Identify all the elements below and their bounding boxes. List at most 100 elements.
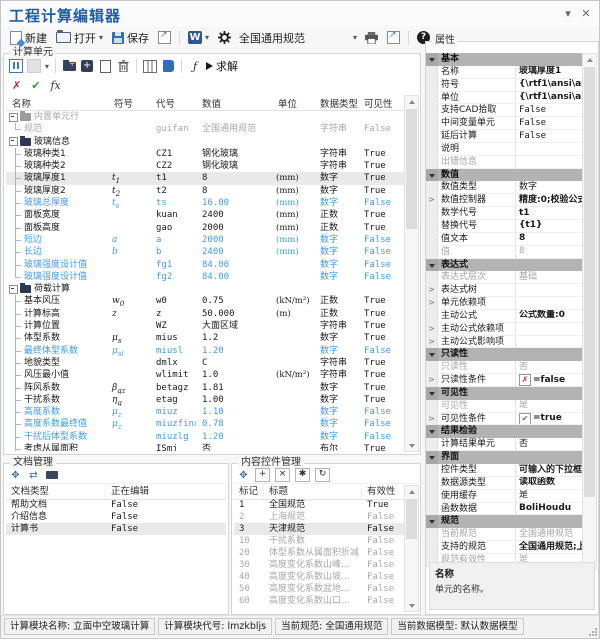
tree-row[interactable]: 玻璃种类1CZ1钢化玻璃字符串True xyxy=(6,148,406,160)
tree-row[interactable]: 干扰系数ηgetag1.00数字True xyxy=(6,394,406,406)
tree-row[interactable]: 玻璃强度设计值fg184.00数字False xyxy=(6,259,406,271)
property-group-header[interactable]: 结果检验 xyxy=(426,425,586,438)
content-row[interactable]: 3天津规范False xyxy=(234,523,418,535)
property-row[interactable]: 函数数据BoliHoudu xyxy=(426,503,586,516)
print-button[interactable] xyxy=(362,31,381,45)
tree-row[interactable]: 玻璃信息 xyxy=(6,136,406,148)
open-button[interactable]: 打开▾ xyxy=(53,29,106,47)
property-row[interactable]: 使用缓存是 xyxy=(426,490,586,503)
refresh-button[interactable]: ↻ xyxy=(315,468,330,482)
validate-button[interactable]: ✔ xyxy=(31,79,40,92)
property-row[interactable]: >数值控制器精度:0;校验公式:= xyxy=(426,194,586,207)
scroll-down-icon[interactable] xyxy=(405,600,418,611)
tree-row[interactable]: 最终体型系数μslmiusl1.20数字False xyxy=(6,345,406,357)
property-group-header[interactable]: 表达式 xyxy=(426,259,586,272)
tree-row[interactable]: 高度系数μzmiuz1.10数字False xyxy=(6,406,406,418)
property-row[interactable]: >表达式树 xyxy=(426,284,586,297)
spec-combobox[interactable]: 全国通用规范 ▾ xyxy=(237,29,359,47)
property-row[interactable]: 数学代号t1 xyxy=(426,207,586,220)
property-row[interactable]: 数据源类型读取函数 xyxy=(426,477,586,490)
tree-row[interactable]: 风压最小值wlimit1.0(kN/m²)字符串True xyxy=(6,369,406,381)
property-group-header[interactable]: 数值 xyxy=(426,169,586,182)
property-row[interactable]: 计算结果单元否 xyxy=(426,438,586,451)
property-row[interactable]: >主动公式依赖项 xyxy=(426,323,586,336)
tree-row[interactable]: 玻璃种类2CZ2钢化玻璃字符串True xyxy=(6,160,406,172)
resize-grip[interactable] xyxy=(589,628,597,636)
scroll-up-icon[interactable] xyxy=(405,486,418,497)
tree-row[interactable]: 计算标高zz50.000(m)正数True xyxy=(6,308,406,320)
property-row[interactable]: 数值类型数字 xyxy=(426,181,586,194)
minimize-button[interactable]: ▾ xyxy=(561,7,575,21)
close-button[interactable]: ✕ xyxy=(579,7,593,21)
property-row[interactable]: 值文本8 xyxy=(426,233,586,246)
tree-row[interactable]: 高度系数最终值μzmiuzfinal0.78数字False xyxy=(6,418,406,430)
remove-control-button[interactable]: × xyxy=(275,468,290,482)
add-control-button[interactable]: + xyxy=(255,468,270,482)
scroll-up-icon[interactable] xyxy=(405,96,418,107)
tree-row[interactable]: 干扰后体型系数miuzlg1.20数字False xyxy=(6,431,406,443)
panel-view-button[interactable] xyxy=(161,59,175,73)
tree-expand-toggle[interactable] xyxy=(9,137,18,146)
property-row[interactable]: >可见性条件✔=true xyxy=(426,413,586,426)
property-row[interactable]: 单位{\rtf1\ansi\ansi xyxy=(426,92,586,105)
property-row[interactable]: 主动公式公式数量:0 xyxy=(426,310,586,323)
doc-row[interactable]: 计算书False xyxy=(6,523,226,535)
property-row[interactable]: >单元依赖项 xyxy=(426,297,586,310)
card-button[interactable] xyxy=(45,469,58,481)
fx-button[interactable]: fx xyxy=(50,79,60,92)
property-group-header[interactable]: 基本 xyxy=(426,53,586,66)
scrollbar-thumb[interactable] xyxy=(406,109,417,229)
tree-row[interactable]: 荷载计算 xyxy=(6,283,406,295)
tree-expand-toggle[interactable] xyxy=(9,285,18,294)
invalidate-button[interactable]: ✗ xyxy=(12,79,21,92)
content-row[interactable]: 50高度变化系数盆地...False xyxy=(234,583,418,595)
content-row[interactable]: 60高度变化系数山口...False xyxy=(234,595,418,607)
tree-row[interactable]: 地貌类型dmlxC字符串True xyxy=(6,357,406,369)
pause-toggle-button[interactable] xyxy=(9,59,23,73)
tree-expand-toggle[interactable] xyxy=(9,113,18,122)
formula-button[interactable]: ƒ xyxy=(188,59,202,73)
property-row[interactable]: 延后计算False xyxy=(426,130,586,143)
settings-button[interactable] xyxy=(215,30,234,45)
export-button[interactable] xyxy=(155,30,174,45)
content-row[interactable]: 40高度变化系数山坡...False xyxy=(234,571,418,583)
property-row[interactable]: >主动公式影响项 xyxy=(426,336,586,349)
tree-row[interactable]: 计算位置WZ大面区域字符串True xyxy=(6,320,406,332)
tree-row[interactable]: 阵风系数βgzbetagz1.81数字True xyxy=(6,382,406,394)
delete-button[interactable] xyxy=(116,59,130,73)
property-row[interactable]: 可见性是 xyxy=(426,400,586,413)
property-row[interactable]: 中间变量单元False xyxy=(426,117,586,130)
content-table-scrollbar[interactable] xyxy=(404,485,419,612)
scrollbar-thumb[interactable] xyxy=(584,67,595,497)
property-row[interactable]: 值8 xyxy=(426,246,586,259)
doc-row[interactable]: 帮助文档False xyxy=(6,499,226,511)
property-row[interactable]: 符号{\rtf1\ansi\ansi xyxy=(426,79,586,92)
scroll-up-icon[interactable] xyxy=(583,54,596,65)
tree-row[interactable]: 基本风压w0w00.75(kN/m²)正数True xyxy=(6,295,406,307)
tree-row[interactable]: 体型系数μsmius1.2数字True xyxy=(6,332,406,344)
tree-row[interactable]: 玻璃强度设计值fg284.00数字False xyxy=(6,271,406,283)
columns-button[interactable] xyxy=(143,59,157,73)
scrollbar-thumb[interactable] xyxy=(406,499,417,539)
tree-row[interactable]: 短边aa2000(mm)数字False xyxy=(6,234,406,246)
property-row[interactable]: 表达式层次基础 xyxy=(426,271,586,284)
property-group-header[interactable]: 界面 xyxy=(426,451,586,464)
tree-row[interactable]: 玻璃厚度1t1t18(mm)数字True xyxy=(6,172,406,184)
unit-table-scrollbar[interactable] xyxy=(404,95,419,452)
word-button[interactable]: W▾ xyxy=(185,30,212,45)
add-unit-button[interactable]: + xyxy=(80,59,94,73)
swap-button[interactable]: ⇄ xyxy=(27,469,40,481)
property-row[interactable]: 说明 xyxy=(426,143,586,156)
tree-row[interactable]: 考虑从属面积ISmj否布尔True xyxy=(6,443,406,451)
property-group-header[interactable]: 可见性 xyxy=(426,387,586,400)
save-button[interactable]: 保存 xyxy=(109,29,152,47)
content-row[interactable]: 1全国规范True xyxy=(234,499,418,511)
tree-row[interactable]: 长边bb2400(mm)数字False xyxy=(6,246,406,258)
property-group-header[interactable]: 规范 xyxy=(426,515,586,528)
tree-row[interactable]: 规范guifan全国通用规范字符串False xyxy=(6,123,406,135)
property-row[interactable]: 当前规范全国通用规范 xyxy=(426,528,586,541)
export-doc-button[interactable] xyxy=(384,30,403,45)
property-row[interactable]: 支持CAD拾取False xyxy=(426,104,586,117)
property-row[interactable]: >只读性条件✗=false xyxy=(426,374,586,387)
jump-button[interactable]: ✥ xyxy=(237,469,250,481)
